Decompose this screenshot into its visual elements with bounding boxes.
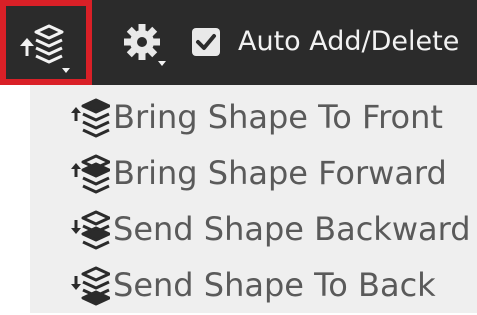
bring-to-front-icon bbox=[71, 98, 110, 138]
settings-button[interactable] bbox=[118, 20, 178, 68]
toolbar: Auto Add/Delete bbox=[0, 0, 477, 85]
menu-item-bring-forward[interactable]: Bring Shape Forward bbox=[30, 145, 477, 201]
menu-item-label: Bring Shape Forward bbox=[113, 154, 447, 192]
auto-add-label[interactable]: Auto Add/Delete bbox=[238, 21, 459, 63]
caret-down-icon bbox=[62, 68, 70, 73]
menu-item-label: Send Shape To Back bbox=[113, 266, 436, 304]
send-backward-icon bbox=[71, 210, 110, 250]
menu-item-send-to-back[interactable]: Send Shape To Back bbox=[30, 257, 477, 313]
bring-forward-icon bbox=[71, 154, 110, 194]
menu-item-bring-to-front[interactable]: Bring Shape To Front bbox=[30, 89, 477, 145]
menu-item-label: Send Shape Backward bbox=[113, 210, 471, 248]
auto-add-checkbox[interactable] bbox=[192, 28, 220, 56]
menu-item-send-backward[interactable]: Send Shape Backward bbox=[30, 201, 477, 257]
layers-arrange-icon bbox=[20, 24, 70, 73]
caret-down-icon bbox=[158, 61, 166, 66]
arrange-layers-button[interactable] bbox=[0, 0, 92, 85]
gear-icon bbox=[124, 24, 166, 66]
arrange-dropdown-menu: Bring Shape To Front Bring Shape Forward bbox=[30, 85, 477, 313]
checkmark-icon bbox=[196, 34, 216, 50]
send-to-back-icon bbox=[71, 266, 110, 306]
menu-item-label: Bring Shape To Front bbox=[113, 98, 443, 136]
